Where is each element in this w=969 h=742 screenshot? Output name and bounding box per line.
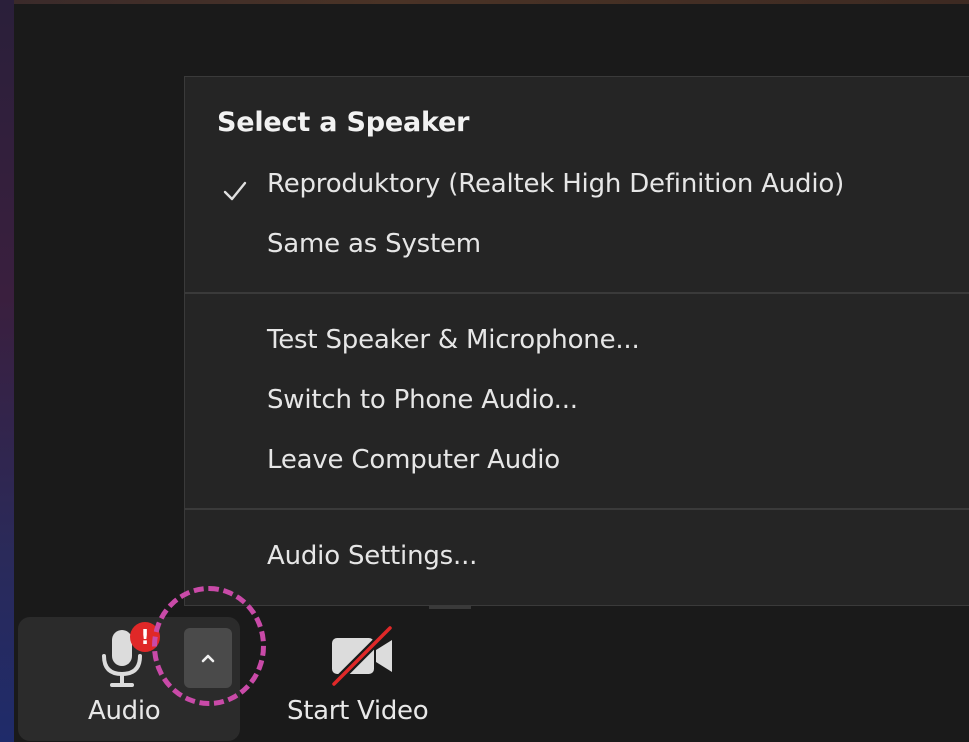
audio-button-label[interactable]: Audio xyxy=(88,696,161,726)
menu-pointer-notch xyxy=(429,605,471,609)
start-video-button-label[interactable]: Start Video xyxy=(287,696,429,726)
desktop-background-left xyxy=(0,0,14,742)
speaker-option-realtek[interactable]: Reproduktory (Realtek High Definition Au… xyxy=(267,169,844,199)
audio-alert-badge: ! xyxy=(130,622,160,652)
leave-computer-audio-item[interactable]: Leave Computer Audio xyxy=(267,445,560,475)
select-speaker-heading: Select a Speaker xyxy=(217,107,470,138)
test-speaker-microphone-item[interactable]: Test Speaker & Microphone... xyxy=(267,325,640,355)
audio-options-button[interactable] xyxy=(184,628,232,688)
chevron-up-icon xyxy=(201,654,215,663)
audio-settings-item[interactable]: Audio Settings... xyxy=(267,541,477,571)
zoom-meeting-screen: Select a Speaker Reproduktory (Realtek H… xyxy=(0,0,969,742)
switch-to-phone-audio-item[interactable]: Switch to Phone Audio... xyxy=(267,385,578,415)
audio-options-menu: Select a Speaker Reproduktory (Realtek H… xyxy=(184,76,969,609)
checkmark-icon xyxy=(223,181,247,201)
menu-divider xyxy=(185,508,969,510)
video-camera-off-icon[interactable] xyxy=(328,624,398,688)
speaker-option-same-as-system[interactable]: Same as System xyxy=(267,229,481,259)
menu-divider xyxy=(185,292,969,294)
